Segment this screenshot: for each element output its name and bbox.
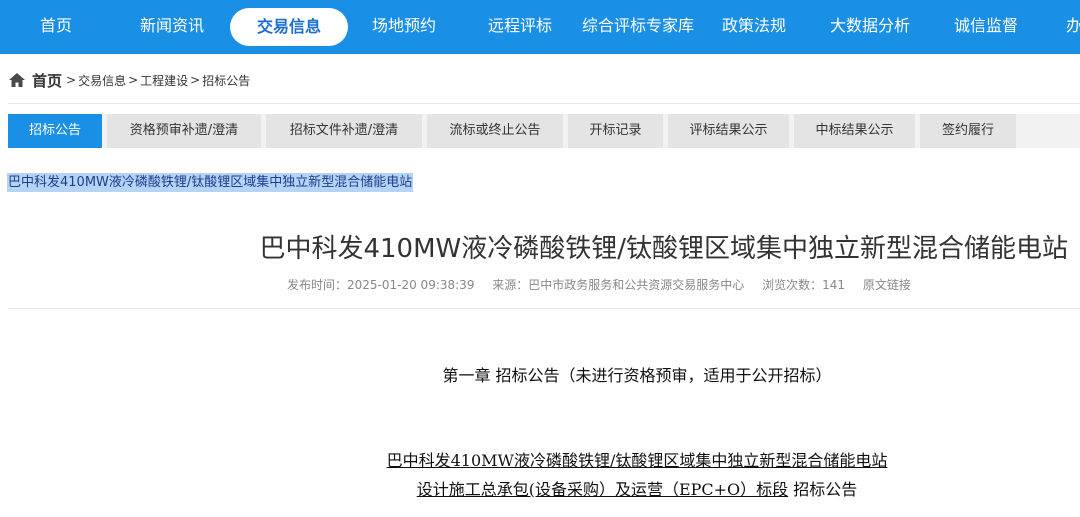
nav-item-venue-booking[interactable]: 场地预约: [372, 0, 436, 54]
top-nav: 首页 新闻资讯 交易信息 场地预约 远程评标 综合评标专家库 政策法规 大数据分…: [0, 0, 1080, 54]
nav-item-credit[interactable]: 诚信监督: [954, 0, 1018, 54]
project-title-line1: 巴中科发410MW液冷磷酸铁锂/钛酸锂区域集中独立新型混合储能电站: [0, 447, 1080, 471]
breadcrumb-home[interactable]: 首页: [32, 70, 62, 91]
nav-item-news[interactable]: 新闻资讯: [140, 0, 204, 54]
breadcrumb-separator: >: [190, 73, 201, 87]
original-link[interactable]: 原文链接: [863, 278, 911, 292]
source: 来源：巴中市政务服务和公共资源交易服务中心: [492, 278, 745, 292]
divider: [8, 308, 1080, 309]
nav-item-remote-evaluation[interactable]: 远程评标: [488, 0, 552, 54]
tab-tender-notice[interactable]: 招标公告: [8, 114, 102, 148]
tab-evaluation-result[interactable]: 评标结果公示: [668, 114, 789, 148]
notice-label: 招标公告: [788, 480, 858, 499]
breadcrumb-separator: >: [66, 73, 77, 87]
nav-item-policy[interactable]: 政策法规: [722, 0, 786, 54]
nav-item-trade-info[interactable]: 交易信息: [230, 8, 348, 46]
divider: [8, 103, 1080, 104]
tab-failed-terminated[interactable]: 流标或终止公告: [427, 114, 563, 148]
breadcrumb-construction[interactable]: 工程建设: [140, 72, 188, 89]
tab-tender-doc-addendum[interactable]: 招标文件补遗/澄清: [266, 114, 422, 148]
nav-item-big-data[interactable]: 大数据分析: [830, 0, 910, 54]
tab-opening-record[interactable]: 开标记录: [568, 114, 663, 148]
tab-contract[interactable]: 签约履行: [920, 114, 1016, 148]
publish-time: 发布时间：2025-01-20 09:38:39: [287, 278, 475, 292]
breadcrumb-trade-info[interactable]: 交易信息: [78, 72, 126, 89]
view-count: 浏览次数：141: [762, 278, 846, 292]
nav-item-truncated[interactable]: 办: [1066, 0, 1080, 54]
breadcrumb-separator: >: [128, 73, 139, 87]
project-title-line2: 设计施工总承包(设备采购）及运营（EPC+O）标段 招标公告: [0, 476, 1080, 500]
project-name: 巴中科发410MW液冷磷酸铁锂/钛酸锂区域集中独立新型混合储能电站: [386, 451, 888, 470]
project-section: 设计施工总承包(设备采购）及运营（EPC+O）标段: [416, 480, 789, 499]
breadcrumb: 首页 > 交易信息 > 工程建设 > 招标公告: [8, 70, 250, 90]
tab-prequal-addendum[interactable]: 资格预审补遗/澄清: [107, 114, 261, 148]
selected-title-text[interactable]: 巴中科发410MW液冷磷酸铁锂/钛酸锂区域集中独立新型混合储能电站: [7, 173, 414, 192]
article-title: 巴中科发410MW液冷磷酸铁锂/钛酸锂区域集中独立新型混合储能电站: [259, 234, 1068, 264]
nav-item-home[interactable]: 首页: [40, 0, 72, 54]
category-tabs: 招标公告 资格预审补遗/澄清 招标文件补遗/澄清 流标或终止公告 开标记录 评标…: [8, 114, 1080, 148]
article-meta: 发布时间：2025-01-20 09:38:39 来源：巴中市政务服务和公共资源…: [287, 276, 925, 293]
nav-item-expert-library[interactable]: 综合评标专家库: [582, 0, 694, 54]
chapter-heading: 第一章 招标公告（未进行资格预审，适用于公开招标）: [442, 366, 832, 385]
tab-award-result[interactable]: 中标结果公示: [794, 114, 915, 148]
home-icon: [9, 73, 25, 87]
breadcrumb-tender-notice[interactable]: 招标公告: [202, 72, 250, 89]
